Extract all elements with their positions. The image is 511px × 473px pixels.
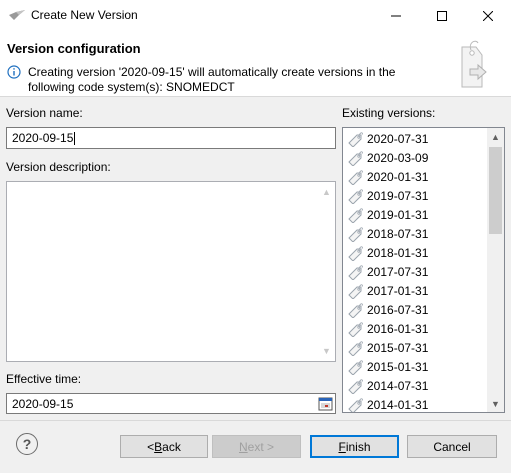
version-item-label: 2015-01-31	[367, 359, 429, 374]
version-list-item[interactable]: 2020-03-09	[347, 148, 428, 167]
calendar-icon[interactable]	[318, 396, 333, 411]
version-item-label: 2015-07-31	[367, 340, 429, 355]
version-item-label: 2017-07-31	[367, 264, 429, 279]
effective-time-label: Effective time:	[6, 372, 82, 386]
scroll-down-icon: ▼	[491, 398, 500, 409]
version-tag-icon	[348, 321, 363, 337]
version-name-label: Version name:	[6, 106, 83, 120]
version-tag-icon	[348, 207, 363, 223]
version-item-label: 2016-07-31	[367, 302, 429, 317]
maximize-button[interactable]	[419, 0, 465, 31]
app-logo-icon	[9, 10, 25, 20]
version-list-item[interactable]: 2014-07-31	[347, 376, 428, 395]
next-label-rest: ext >	[247, 439, 275, 454]
version-list-item[interactable]: 2016-07-31	[347, 300, 428, 319]
version-description-label: Version description:	[6, 160, 111, 174]
back-button[interactable]: < Back	[120, 435, 208, 458]
versions-scrollbar[interactable]: ▲ ▼	[487, 128, 504, 412]
scroll-up-icon: ▲	[322, 187, 331, 197]
version-tag-icon	[348, 302, 363, 318]
version-list-item[interactable]: 2018-07-31	[347, 224, 428, 243]
version-list-item[interactable]: 2016-01-31	[347, 319, 428, 338]
version-item-label: 2018-01-31	[367, 245, 429, 260]
version-item-label: 2014-07-31	[367, 378, 429, 393]
version-tag-icon	[348, 283, 363, 299]
version-list-item[interactable]: 2020-07-31	[347, 129, 428, 148]
version-list-item[interactable]: 2017-07-31	[347, 262, 428, 281]
version-item-label: 2016-01-31	[367, 321, 429, 336]
close-button[interactable]	[465, 0, 511, 31]
version-list-item[interactable]: 2015-07-31	[347, 338, 428, 357]
version-list-item[interactable]: 2019-07-31	[347, 186, 428, 205]
scroll-up-button[interactable]: ▲	[487, 128, 504, 145]
version-list-item[interactable]: 2014-01-31	[347, 395, 429, 412]
back-mnemonic: B	[154, 439, 163, 454]
version-item-label: 2020-07-31	[367, 131, 429, 146]
version-list-item[interactable]: 2018-01-31	[347, 243, 428, 262]
version-item-label: 2017-01-31	[367, 283, 429, 298]
minimize-button[interactable]	[373, 0, 419, 31]
version-item-label: 2019-07-31	[367, 188, 429, 203]
version-item-label: 2020-01-31	[367, 169, 429, 184]
version-item-label: 2014-01-31	[367, 397, 429, 412]
wizard-header: Version configuration Creating version '…	[0, 31, 511, 97]
close-icon	[483, 10, 493, 21]
cancel-button[interactable]: Cancel	[407, 435, 497, 458]
version-name-input[interactable]: 2020-09-15	[6, 127, 336, 149]
scroll-down-icon: ▼	[322, 346, 331, 356]
next-button[interactable]: Next >	[212, 435, 301, 458]
version-tag-icon	[348, 150, 363, 166]
scroll-down-button[interactable]: ▼	[487, 395, 504, 412]
version-description-textarea[interactable]: ▲ ▼	[6, 181, 336, 362]
finish-mnemonic: F	[338, 439, 346, 454]
effective-time-value: 2020-09-15	[12, 396, 74, 411]
version-tag-wizard-icon	[461, 40, 487, 88]
version-tag-icon	[348, 378, 363, 394]
version-list-item[interactable]: 2019-01-31	[347, 205, 428, 224]
version-list-item[interactable]: 2020-01-31	[347, 167, 428, 186]
maximize-icon	[437, 10, 447, 21]
version-tag-icon	[348, 169, 363, 185]
back-label-rest: ack	[162, 439, 181, 454]
info-icon	[7, 65, 21, 79]
version-tag-icon	[348, 245, 363, 261]
version-list-item[interactable]: 2015-01-31	[347, 357, 428, 376]
title-bar: Create New Version	[0, 0, 511, 31]
back-prefix: <	[147, 439, 155, 454]
info-message: Creating version '2020-09-15' will autom…	[28, 65, 396, 94]
finish-button[interactable]: Finish	[310, 435, 399, 458]
text-caret	[74, 131, 76, 145]
help-button[interactable]: ?	[16, 433, 38, 455]
version-name-value: 2020-09-15	[12, 131, 74, 145]
finish-label-rest: inish	[345, 439, 371, 454]
next-mnemonic: N	[238, 439, 248, 454]
version-tag-icon	[348, 188, 363, 204]
footer-divider	[0, 420, 511, 421]
version-tag-icon	[348, 359, 363, 375]
window-title: Create New Version	[31, 8, 138, 22]
scrollbar-thumb[interactable]	[489, 147, 502, 234]
help-icon: ?	[22, 436, 32, 452]
existing-versions-label: Existing versions:	[342, 106, 436, 120]
version-tag-icon	[348, 131, 363, 147]
existing-versions-list[interactable]: 2020-07-31 2020-03-09 2020-01-31 2019-07-31…	[342, 127, 505, 413]
version-tag-icon	[348, 226, 363, 242]
version-item-label: 2018-07-31	[367, 226, 429, 241]
version-tag-icon	[348, 397, 363, 412]
version-list-item[interactable]: 2017-01-31	[347, 281, 428, 300]
version-tag-icon	[348, 340, 363, 356]
version-item-label: 2019-01-31	[367, 207, 429, 222]
scroll-up-icon: ▲	[491, 131, 500, 142]
version-tag-icon	[348, 264, 363, 280]
version-item-label: 2020-03-09	[367, 150, 429, 165]
minimize-icon	[391, 15, 401, 16]
effective-time-input[interactable]: 2020-09-15	[6, 393, 336, 414]
cancel-label: Cancel	[433, 439, 471, 454]
description-scrollbar[interactable]: ▲ ▼	[318, 182, 335, 361]
page-title: Version configuration	[7, 41, 141, 56]
